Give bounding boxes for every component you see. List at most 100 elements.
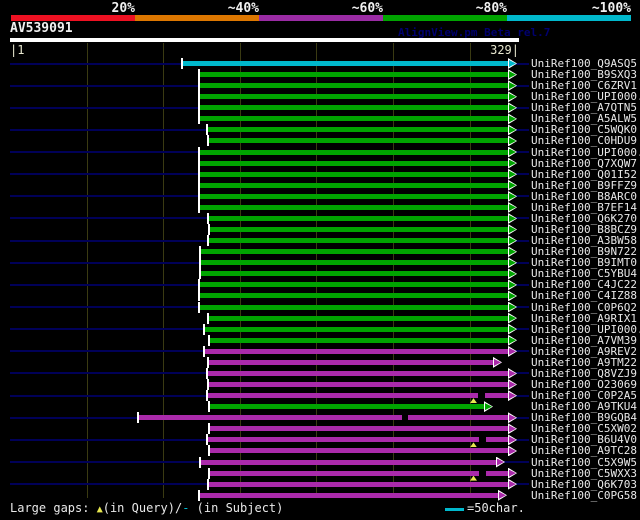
alignment-label[interactable]: UniRef100_C0PG58 bbox=[531, 490, 637, 501]
subject-gap-dash bbox=[402, 415, 408, 421]
alignment-start-tick bbox=[198, 80, 200, 92]
alignment-bar[interactable] bbox=[199, 160, 509, 166]
query-ruler-bar bbox=[10, 38, 519, 42]
alignment-bar[interactable] bbox=[199, 293, 509, 299]
alignment-bar[interactable] bbox=[209, 470, 509, 476]
alignment-start-tick bbox=[206, 367, 208, 379]
alignment-start-tick bbox=[199, 268, 201, 280]
scale-segment-label: ~40% bbox=[227, 1, 259, 16]
alignment-bar[interactable] bbox=[209, 227, 509, 233]
alignment-bar[interactable] bbox=[207, 370, 509, 376]
alignment-bar[interactable] bbox=[138, 415, 509, 421]
subject-gap-dash bbox=[479, 437, 486, 443]
alignment-label[interactable]: UniRef100_C5WXX3 bbox=[531, 468, 637, 479]
alignment-bar[interactable] bbox=[199, 94, 509, 100]
large-gaps-legend: Large gaps: ▲(in Query)/- (in Subject) bbox=[10, 501, 283, 515]
alignment-label[interactable]: UniRef100_Q6K703 bbox=[531, 479, 637, 490]
alignment-start-tick bbox=[198, 290, 200, 302]
alignment-start-tick bbox=[198, 489, 200, 501]
alignment-bar[interactable] bbox=[199, 116, 509, 122]
legend-subject-part: (in Subject) bbox=[189, 501, 284, 515]
alignment-bar[interactable] bbox=[199, 171, 509, 177]
alignment-start-tick bbox=[198, 69, 200, 81]
alignment-bar[interactable] bbox=[208, 481, 509, 487]
alignment-start-tick bbox=[198, 201, 200, 213]
alignment-label[interactable]: UniRef100_C0HDU9 bbox=[531, 135, 637, 146]
alignment-start-tick bbox=[207, 356, 209, 368]
alignment-start-tick bbox=[198, 168, 200, 180]
fifty-char-scale-line bbox=[445, 508, 464, 511]
alignment-bar[interactable] bbox=[207, 393, 509, 399]
alignment-bar[interactable] bbox=[199, 105, 509, 111]
alignment-bar[interactable] bbox=[208, 315, 509, 321]
alignment-start-tick bbox=[198, 190, 200, 202]
alignment-bar[interactable] bbox=[208, 238, 509, 244]
scale-segment-label: ~60% bbox=[351, 1, 383, 16]
alignment-label[interactable]: UniRef100_C4IZ88 bbox=[531, 290, 637, 301]
alignment-bar[interactable] bbox=[208, 382, 509, 388]
alignment-start-tick bbox=[208, 334, 210, 346]
alignment-start-tick bbox=[198, 157, 200, 169]
alignment-start-tick bbox=[207, 379, 209, 391]
alignment-start-tick bbox=[198, 91, 200, 103]
subject-gap-dash bbox=[478, 393, 485, 399]
alignment-start-tick bbox=[137, 412, 139, 424]
alignment-start-tick bbox=[208, 467, 210, 479]
alignment-bar[interactable] bbox=[199, 304, 509, 310]
query-gap-triangle-icon bbox=[470, 442, 477, 448]
alignment-label[interactable]: UniRef100_Q7XQW7 bbox=[531, 158, 637, 169]
alignment-bar[interactable] bbox=[208, 359, 494, 365]
alignment-bar[interactable] bbox=[200, 260, 509, 266]
alignment-bar[interactable] bbox=[208, 138, 509, 144]
alignment-bar[interactable] bbox=[209, 448, 509, 454]
alignment-bar[interactable] bbox=[199, 492, 499, 498]
alignment-bar[interactable] bbox=[207, 127, 509, 133]
subject-gap-dash bbox=[479, 470, 486, 476]
alignment-bar[interactable] bbox=[208, 215, 509, 221]
alignment-start-tick bbox=[199, 246, 201, 258]
alignment-label[interactable]: UniRef100_UPI000.. bbox=[531, 147, 640, 158]
alignment-bar[interactable] bbox=[209, 404, 485, 410]
alignment-start-tick bbox=[203, 323, 205, 335]
scale-segment-label: ~100% bbox=[591, 1, 631, 16]
alignment-start-tick bbox=[198, 113, 200, 125]
alignment-bar[interactable] bbox=[199, 83, 509, 89]
alignment-start-tick bbox=[206, 124, 208, 136]
alignment-bar[interactable] bbox=[204, 326, 509, 332]
alignment-bar[interactable] bbox=[207, 437, 509, 443]
query-gap-triangle-icon bbox=[470, 475, 477, 481]
alignment-bar[interactable] bbox=[209, 426, 509, 432]
alignment-bar[interactable] bbox=[199, 282, 509, 288]
ruler-start-label: |1 bbox=[10, 43, 25, 57]
alignment-start-tick bbox=[203, 345, 205, 357]
alignment-bar[interactable] bbox=[199, 182, 509, 188]
query-name: AV539091 bbox=[10, 21, 73, 36]
alignment-label[interactable]: UniRef100_A9TC28 bbox=[531, 445, 637, 456]
alignment-bar[interactable] bbox=[200, 249, 509, 255]
alignment-bar[interactable] bbox=[199, 193, 509, 199]
gridline bbox=[163, 43, 164, 498]
alignment-bar[interactable] bbox=[199, 204, 509, 210]
alignment-bar[interactable] bbox=[200, 459, 497, 465]
alignment-label[interactable]: UniRef100_A9RIX1 bbox=[531, 313, 637, 324]
alignment-start-tick bbox=[199, 456, 201, 468]
alignment-start-tick bbox=[198, 301, 200, 313]
alignment-start-tick bbox=[208, 445, 210, 457]
alignment-label[interactable]: UniRef100_C0P6Q2 bbox=[531, 302, 637, 313]
alignment-bar[interactable] bbox=[199, 72, 509, 78]
alignment-bar[interactable] bbox=[182, 61, 509, 66]
alignment-start-tick bbox=[199, 257, 201, 269]
alignment-bar[interactable] bbox=[209, 337, 509, 343]
alignment-bar[interactable] bbox=[200, 271, 509, 277]
alignment-bar[interactable] bbox=[204, 348, 509, 354]
alignment-start-tick bbox=[207, 235, 209, 247]
alignment-start-tick bbox=[207, 478, 209, 490]
ruler-end-label: 329| bbox=[490, 43, 519, 57]
alignment-label[interactable]: UniRef100_C5X9W5 bbox=[531, 457, 637, 468]
alignment-start-tick bbox=[206, 390, 208, 402]
alignment-start-tick bbox=[207, 312, 209, 324]
alignment-bar[interactable] bbox=[199, 149, 509, 155]
scale-segment-label: ~80% bbox=[475, 1, 507, 16]
fifty-char-scale-label: =50char. bbox=[467, 501, 525, 515]
gridline bbox=[87, 43, 88, 498]
